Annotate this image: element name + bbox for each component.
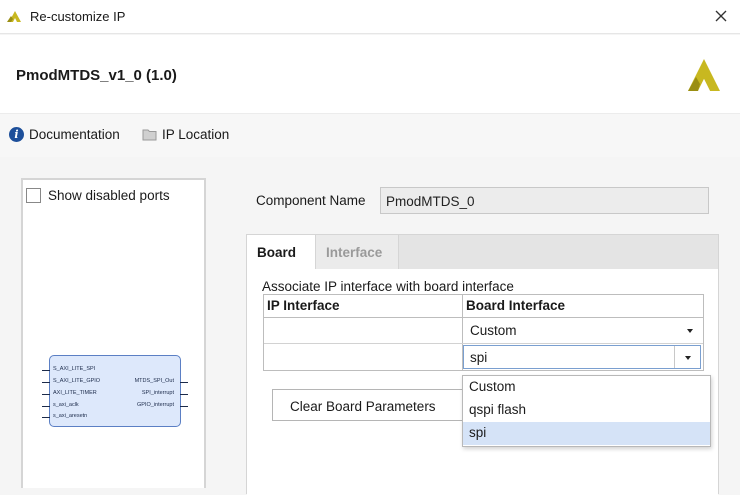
port-s-axi-lite-spi: S_AXI_LITE_SPI [53,366,96,372]
col-board-interface: Board Interface [466,298,566,313]
window-title: Re-customize IP [30,9,126,24]
pin-right [180,394,188,395]
ip-location-link[interactable]: IP Location [142,127,229,142]
show-disabled-ports-checkbox[interactable] [26,188,41,203]
pin-left [42,370,50,371]
col-ip-interface: IP Interface [264,295,463,317]
vivado-logo-icon [688,59,720,91]
component-name-field[interactable]: PmodMTDS_0 [380,187,709,214]
ip-block-diagram: S_AXI_LITE_SPI S_AXI_LITE_GPIO AXI_LITE_… [42,355,188,427]
dropdown-option-spi[interactable]: spi [463,422,710,445]
chevron-down-icon [685,356,691,360]
pin-right [180,406,188,407]
board-interface-value: spi [470,350,488,365]
info-icon: i [9,127,24,142]
ip-symbol-panel: Show disabled ports S_AXI_LITE_SPI S_AXI… [21,178,206,488]
port-s-axi-aresetn: s_axi_aresetn [53,413,88,419]
pin-left [42,406,50,407]
ip-title: PmodMTDS_v1_0 (1.0) [16,67,177,84]
tab-interface[interactable]: Interface [315,235,399,269]
clear-board-parameters-button[interactable]: Clear Board Parameters [272,389,464,421]
component-name-label: Component Name [256,193,366,208]
documentation-link[interactable]: i Documentation [9,127,120,142]
ip-interface-cell [264,318,463,343]
board-interface-select[interactable]: spi [463,345,701,369]
config-tab-panel: Board Interface Associate IP interface w… [246,234,719,495]
table-header: IP Interface Board Interface [264,295,703,318]
board-interface-select[interactable]: Custom [463,318,703,343]
table-row: Custom [264,318,703,344]
dropdown-option-qspi-flash[interactable]: qspi flash [463,399,710,422]
ip-location-label: IP Location [162,127,230,142]
title-bar: Re-customize IP [0,0,740,34]
port-s-axi-lite-gpio: S_AXI_LITE_GPIO [53,378,101,384]
pin-left [42,394,50,395]
board-interface-dropdown-list: Custom qspi flash spi [462,375,711,447]
tab-board[interactable]: Board [247,235,315,269]
documentation-label: Documentation [29,127,120,142]
close-icon[interactable] [712,7,730,25]
port-axi-lite-timer: AXI_LITE_TIMER [53,390,97,396]
show-disabled-ports-toggle[interactable]: Show disabled ports [26,188,170,203]
table-row: spi [264,344,703,370]
port-mtds-spi-out: MTDS_SPI_Out [134,378,174,384]
folder-icon [142,129,157,141]
dropdown-option-custom[interactable]: Custom [463,376,710,399]
board-interface-value: Custom [470,323,517,338]
pin-right [180,382,188,383]
show-disabled-ports-label: Show disabled ports [48,188,170,203]
port-s-axi-aclk: s_axi_aclk [53,402,79,408]
dropdown-button[interactable] [674,346,700,368]
port-gpio-interrupt: GPIO_interrupt [137,402,174,408]
links-bar: i Documentation IP Location [0,113,740,157]
chevron-down-icon[interactable] [687,329,693,333]
board-description: Associate IP interface with board interf… [262,279,514,294]
ip-interface-cell [264,344,463,370]
pin-left [42,417,50,418]
ip-header: PmodMTDS_v1_0 (1.0) [0,35,740,113]
pin-left [42,382,50,383]
board-interface-table: IP Interface Board Interface Custom spi [263,294,704,371]
port-spi-interrupt: SPI_interrupt [141,390,174,396]
app-logo-icon [7,11,21,22]
